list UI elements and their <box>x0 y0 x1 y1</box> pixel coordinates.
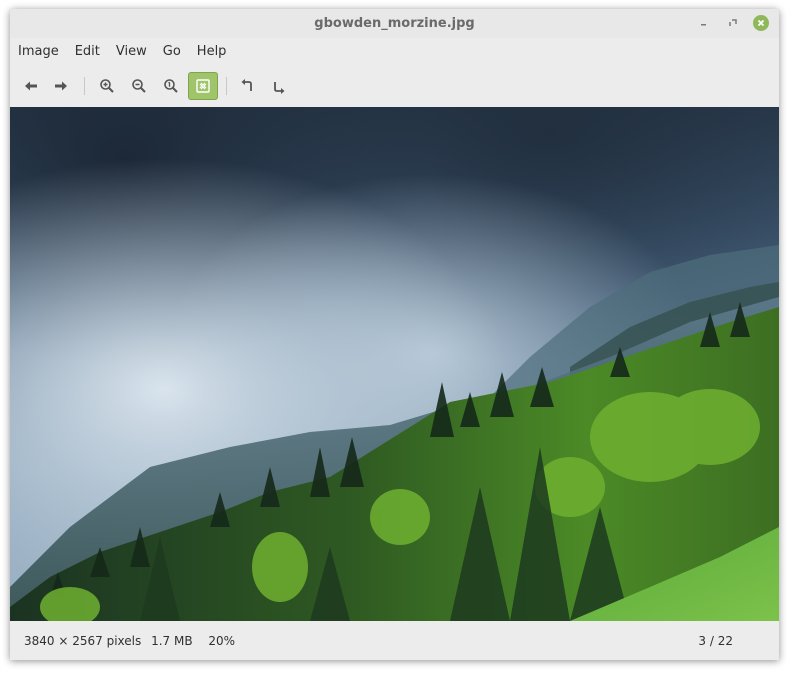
arrow-right-icon <box>55 81 67 91</box>
title-bar[interactable]: gbowden_morzine.jpg <box>10 9 779 38</box>
zoom-level: 20% <box>208 634 236 648</box>
menu-bar: Image Edit View Go Help <box>10 38 779 65</box>
image-display[interactable] <box>10 107 779 621</box>
menu-edit[interactable]: Edit <box>67 38 108 65</box>
status-bar: 3840 × 2567 pixels 1.7 MB 20% 3 / 22 <box>10 622 779 660</box>
arrow-left-icon <box>25 81 37 91</box>
minimize-button[interactable] <box>695 14 713 32</box>
rotate-left-button[interactable] <box>232 72 262 100</box>
zoom-fit-button[interactable] <box>188 72 218 100</box>
image-info: 3840 × 2567 pixels 1.7 MB 20% <box>24 634 241 648</box>
window-title: gbowden_morzine.jpg <box>314 16 475 31</box>
forward-button[interactable] <box>46 72 76 100</box>
menu-help[interactable]: Help <box>189 38 235 65</box>
zoom-in-icon <box>100 79 114 93</box>
menu-go[interactable]: Go <box>155 38 189 65</box>
back-button[interactable] <box>16 72 46 100</box>
misty-forested-mountain-photo <box>10 107 779 621</box>
rotate-right-icon <box>274 82 285 94</box>
zoom-out-icon <box>132 79 146 93</box>
zoom-out-button[interactable] <box>124 72 154 100</box>
close-icon <box>757 19 765 27</box>
maximize-icon <box>729 19 737 26</box>
image-dimensions: 3840 × 2567 pixels <box>24 634 142 648</box>
image-viewer-window: gbowden_morzine.jpg Image Edit View Go H… <box>10 9 779 660</box>
zoom-fit-icon <box>196 79 210 93</box>
close-button[interactable] <box>753 15 769 31</box>
menu-view[interactable]: View <box>108 38 155 65</box>
image-position: 3 / 22 <box>698 634 733 648</box>
rotate-left-icon <box>241 79 252 91</box>
file-size: 1.7 MB <box>151 634 193 648</box>
toolbar-separator <box>84 77 85 95</box>
toolbar <box>10 69 779 103</box>
zoom-normal-button[interactable] <box>156 72 186 100</box>
zoom-in-button[interactable] <box>92 72 122 100</box>
menu-image[interactable]: Image <box>10 38 67 65</box>
toolbar-separator <box>226 77 227 95</box>
zoom-normal-icon <box>164 79 178 93</box>
maximize-button[interactable] <box>724 14 742 32</box>
rotate-right-button[interactable] <box>264 72 294 100</box>
minimize-icon <box>701 24 706 26</box>
